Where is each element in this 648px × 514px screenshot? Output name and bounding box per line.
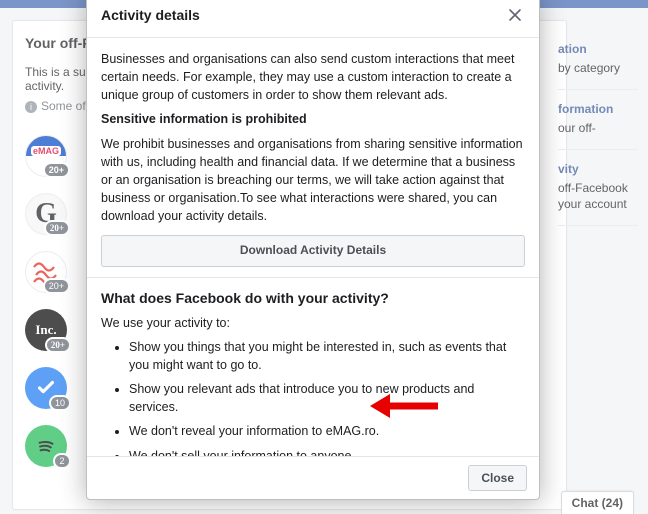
download-activity-button[interactable]: Download Activity Details: [101, 235, 525, 266]
activity-details-modal: Activity details Businesses and organisa…: [86, 0, 540, 500]
modal-paragraph: We prohibit businesses and organisations…: [101, 135, 525, 226]
close-button[interactable]: Close: [468, 465, 527, 491]
bullet-item: Show you relevant ads that introduce you…: [129, 380, 525, 416]
bullet-item: Show you things that you might be intere…: [129, 338, 525, 374]
modal-text: We use your activity to:: [101, 314, 525, 332]
modal-paragraph: Businesses and organisations can also se…: [101, 50, 525, 104]
modal-heading: What does Facebook do with your activity…: [101, 288, 525, 308]
bullet-item: We don't sell your information to anyone…: [129, 447, 525, 456]
modal-title: Activity details: [101, 7, 505, 23]
modal-subhead: Sensitive information is prohibited: [101, 110, 525, 128]
bullet-item: We don't reveal your information to eMAG…: [129, 422, 525, 440]
close-icon[interactable]: [505, 5, 525, 25]
